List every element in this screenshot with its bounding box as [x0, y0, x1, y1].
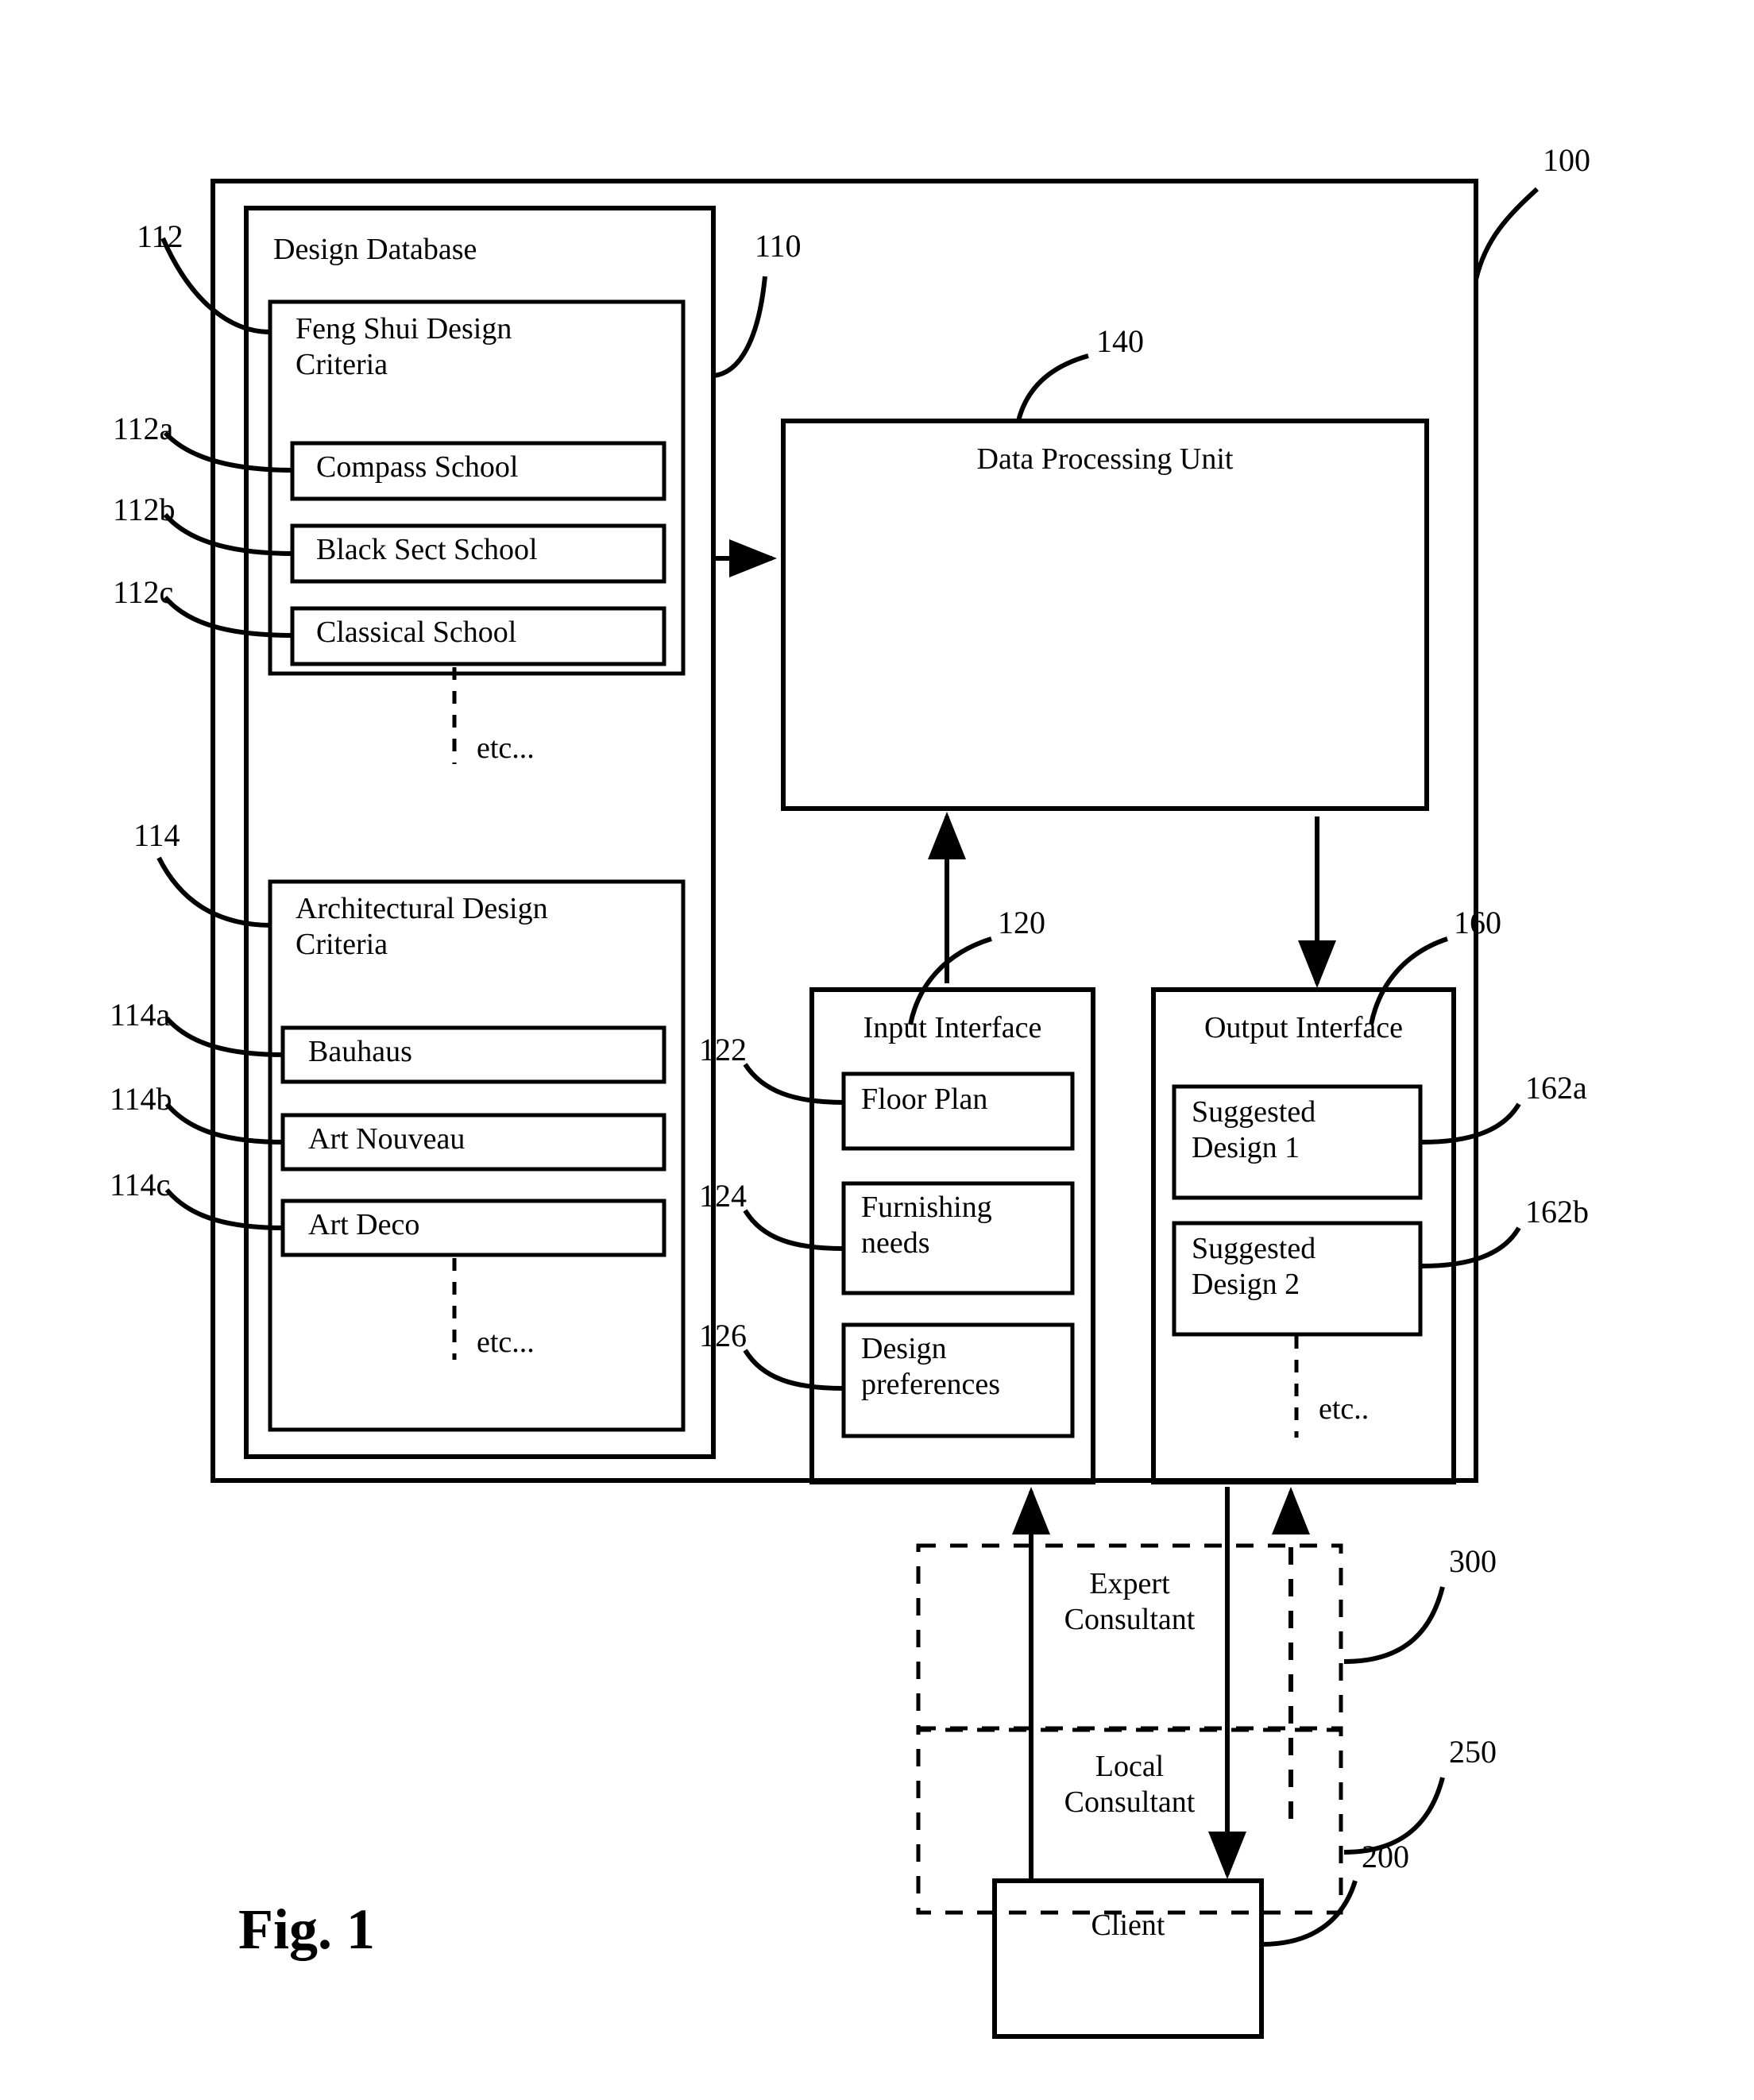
leader-162a [1421, 1102, 1521, 1145]
leader-162b [1421, 1226, 1521, 1268]
diagram-lines [156, 179, 1540, 2039]
leader-114a [164, 1017, 285, 1057]
feng-shui-etc-label: etc... [477, 732, 535, 765]
bauhaus-label: Bauhaus [308, 1035, 412, 1068]
ref-number-112b: 112b [113, 492, 176, 527]
leader-112a [163, 430, 295, 473]
ref-number-126: 126 [699, 1318, 747, 1353]
feng-shui-criteria-title: Feng Shui Design Criteria [296, 312, 512, 381]
leader-100 [1474, 187, 1540, 280]
ref-number-114b: 114b [110, 1081, 172, 1117]
leader-126 [743, 1349, 844, 1391]
client-rect [992, 1878, 1264, 2039]
leader-114c [164, 1188, 285, 1230]
leader-124 [743, 1209, 844, 1251]
architectural-criteria-title: Architectural Design Criteria [296, 892, 548, 961]
ref-number-122: 122 [699, 1032, 747, 1067]
leader-122 [743, 1063, 844, 1105]
design-database-title: Design Database [273, 233, 477, 266]
ref-number-200: 200 [1362, 1839, 1409, 1874]
classical-school-label: Classical School [316, 616, 517, 649]
output-etc-label: etc.. [1319, 1392, 1370, 1426]
ref-number-100: 100 [1543, 142, 1590, 178]
suggested-design-2-label: Suggested Design 2 [1192, 1232, 1316, 1301]
input-interface-title: Input Interface [863, 1011, 1042, 1044]
ref-number-114a: 114a [110, 997, 171, 1033]
art-nouveau-label: Art Nouveau [308, 1122, 466, 1156]
client-label: Client [1091, 1909, 1165, 1942]
floor-plan-label: Floor Plan [861, 1083, 988, 1116]
leader-300 [1343, 1586, 1445, 1664]
ref-number-112a: 112a [113, 411, 174, 446]
output-interface-title: Output Interface [1203, 1011, 1404, 1044]
data-processing-unit-rect [781, 419, 1429, 811]
furnishing-needs-label: Furnishing needs [861, 1191, 992, 1260]
leader-110 [713, 276, 767, 378]
ref-number-110: 110 [755, 228, 802, 264]
compass-school-label: Compass School [316, 450, 519, 484]
ref-number-140: 140 [1096, 323, 1144, 359]
architectural-etc-label: etc... [477, 1326, 535, 1359]
ref-number-160: 160 [1454, 905, 1501, 940]
expert-consultant-label: Expert Consultant [1064, 1567, 1196, 1636]
ref-number-114: 114 [133, 817, 180, 853]
leader-112c [163, 596, 295, 638]
data-processing-unit-title: Data Processing Unit [976, 442, 1234, 476]
local-consultant-label: Local Consultant [1064, 1750, 1196, 1819]
design-preferences-label: Design preferences [861, 1332, 1001, 1401]
art-deco-label: Art Deco [308, 1208, 420, 1241]
ref-number-300: 300 [1449, 1543, 1497, 1579]
ref-number-114c: 114c [110, 1167, 171, 1202]
ref-number-112: 112 [137, 218, 184, 254]
ref-number-162b: 162b [1525, 1194, 1589, 1230]
leader-112b [163, 513, 295, 556]
leader-140 [1016, 353, 1089, 422]
patent-figure-page: Design Database Feng Shui Design Criteri… [0, 0, 1754, 2100]
figure-caption: Fig. 1 [238, 1897, 375, 1961]
ref-number-120: 120 [998, 905, 1045, 940]
ref-number-124: 124 [699, 1178, 747, 1214]
ref-number-250: 250 [1449, 1734, 1497, 1770]
suggested-design-1-label: Suggested Design 1 [1192, 1095, 1316, 1164]
black-sect-school-label: Black Sect School [316, 533, 538, 566]
ref-number-112c: 112c [113, 574, 174, 610]
design-database-rect [244, 206, 716, 1459]
ref-number-162a: 162a [1525, 1070, 1587, 1106]
leader-114b [164, 1102, 285, 1145]
